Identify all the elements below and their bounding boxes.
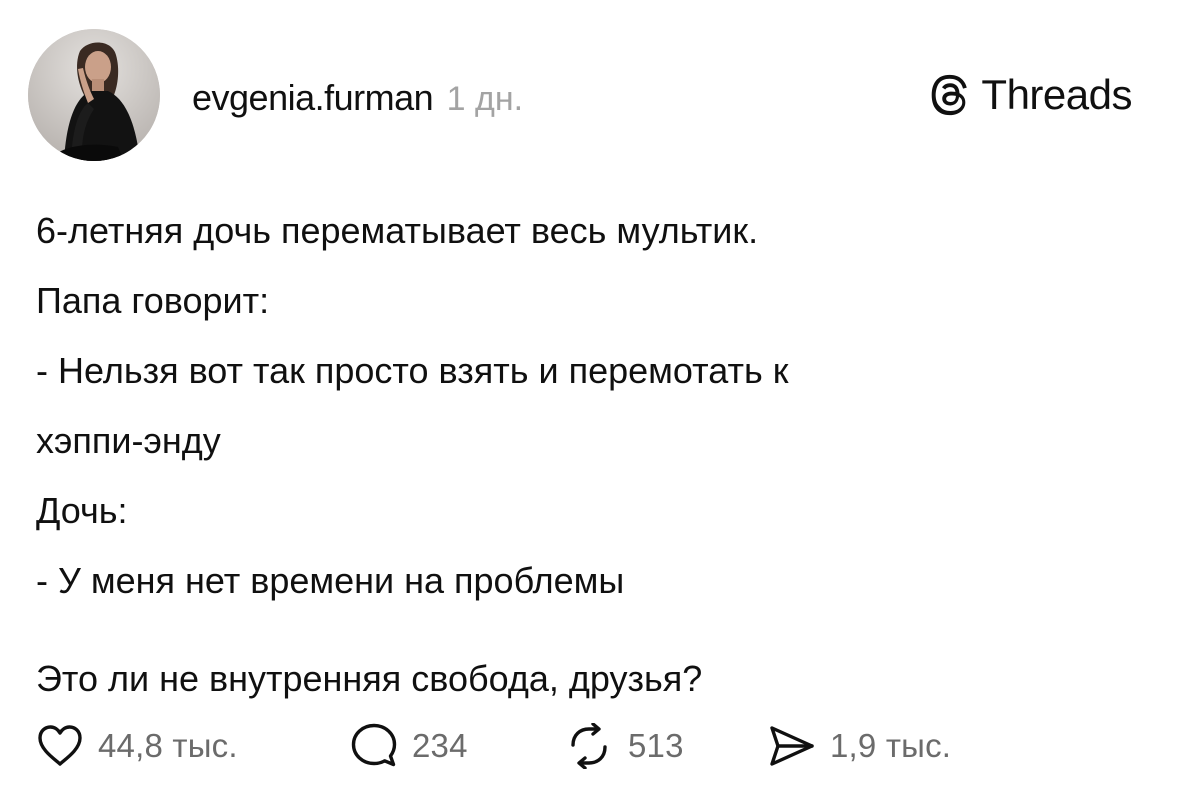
repost-button[interactable]: 513 xyxy=(564,718,684,774)
threads-brand: Threads xyxy=(927,72,1132,118)
threads-logo-icon xyxy=(932,74,968,116)
reply-button[interactable]: 234 xyxy=(350,718,468,774)
repost-count: 513 xyxy=(628,727,684,764)
post-line: Папа говорит: xyxy=(36,280,270,321)
avatar-photo xyxy=(28,29,160,161)
username-link[interactable]: evgenia.furman xyxy=(192,77,434,118)
post-actions: 44,8 тыс. 234 513 1,9 тыс. xyxy=(36,718,1176,774)
post-author[interactable]: evgenia.furman 1 дн. xyxy=(192,78,523,119)
heart-icon xyxy=(38,725,82,766)
repost-icon xyxy=(571,723,607,769)
post-line: Дочь: xyxy=(36,490,128,531)
post-time: 1 дн. xyxy=(446,80,524,118)
reply-count: 234 xyxy=(412,727,468,764)
post-closing-line: Это ли не внутренняя свобода, друзья? xyxy=(36,658,703,699)
threads-wordmark: Threads xyxy=(981,71,1132,118)
share-count: 1,9 тыс. xyxy=(830,727,952,764)
post-line: хэппи-энду xyxy=(36,420,221,461)
avatar[interactable] xyxy=(28,29,160,161)
like-button[interactable]: 44,8 тыс. xyxy=(36,718,238,774)
send-icon xyxy=(770,726,814,766)
post-line: - Нельзя вот так просто взять и перемота… xyxy=(36,350,789,391)
post-body: 6-летняя дочь перематывает весь мультик.… xyxy=(36,196,1156,714)
post-line: 6-летняя дочь перематывает весь мультик. xyxy=(36,210,759,251)
comment-icon xyxy=(351,723,397,767)
share-button[interactable]: 1,9 тыс. xyxy=(768,718,951,774)
post-line: - У меня нет времени на проблемы xyxy=(36,560,625,601)
like-count: 44,8 тыс. xyxy=(98,727,238,764)
